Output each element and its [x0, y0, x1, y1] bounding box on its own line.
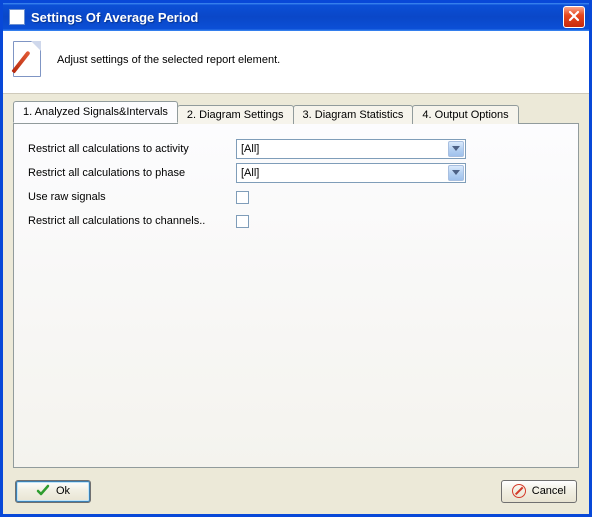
chevron-down-icon: [448, 141, 464, 157]
cancel-button-label: Cancel: [532, 485, 566, 497]
tab-diagram-settings[interactable]: 2. Diagram Settings: [177, 105, 294, 124]
ok-button[interactable]: Ok: [15, 480, 91, 503]
checkbox-use-raw-signals[interactable]: [236, 191, 249, 204]
row-restrict-activity: Restrict all calculations to activity [A…: [28, 138, 564, 160]
tab-page: Restrict all calculations to activity [A…: [13, 123, 579, 468]
close-button[interactable]: [563, 6, 585, 28]
header-description: Adjust settings of the selected report e…: [57, 54, 280, 66]
tab-label: 1. Analyzed Signals&Intervals: [23, 106, 168, 118]
label-use-raw-signals: Use raw signals: [28, 191, 236, 203]
dropdown-phase[interactable]: [All]: [236, 163, 466, 183]
ok-button-label: Ok: [56, 485, 70, 497]
app-icon: [9, 9, 25, 25]
body-area: 1. Analyzed Signals&Intervals 2. Diagram…: [3, 94, 589, 474]
dropdown-activity-value: [All]: [241, 143, 448, 155]
row-restrict-phase: Restrict all calculations to phase [All]: [28, 162, 564, 184]
window-title: Settings Of Average Period: [31, 10, 563, 25]
tab-label: 3. Diagram Statistics: [303, 109, 404, 121]
row-restrict-channels: Restrict all calculations to channels..: [28, 210, 564, 232]
label-restrict-phase: Restrict all calculations to phase: [28, 167, 236, 179]
row-use-raw-signals: Use raw signals: [28, 186, 564, 208]
label-restrict-channels: Restrict all calculations to channels..: [28, 215, 236, 227]
tab-diagram-statistics[interactable]: 3. Diagram Statistics: [293, 105, 414, 124]
dropdown-phase-value: [All]: [241, 167, 448, 179]
cancel-icon: [512, 484, 526, 498]
tab-strip: 1. Analyzed Signals&Intervals 2. Diagram…: [13, 102, 579, 123]
chevron-down-icon: [448, 165, 464, 181]
check-icon: [36, 484, 50, 499]
dropdown-activity[interactable]: [All]: [236, 139, 466, 159]
tab-label: 2. Diagram Settings: [187, 109, 284, 121]
label-restrict-activity: Restrict all calculations to activity: [28, 143, 236, 155]
tab-analyzed-signals[interactable]: 1. Analyzed Signals&Intervals: [13, 101, 178, 123]
cancel-button[interactable]: Cancel: [501, 480, 577, 503]
tab-output-options[interactable]: 4. Output Options: [412, 105, 518, 124]
document-pen-icon: [13, 41, 45, 79]
dialog-window: Settings Of Average Period Adjust settin…: [0, 0, 592, 517]
close-icon: [568, 10, 580, 25]
tab-label: 4. Output Options: [422, 109, 508, 121]
checkbox-restrict-channels[interactable]: [236, 215, 249, 228]
header-panel: Adjust settings of the selected report e…: [3, 31, 589, 94]
button-bar: Ok Cancel: [3, 474, 589, 514]
title-bar: Settings Of Average Period: [3, 3, 589, 31]
